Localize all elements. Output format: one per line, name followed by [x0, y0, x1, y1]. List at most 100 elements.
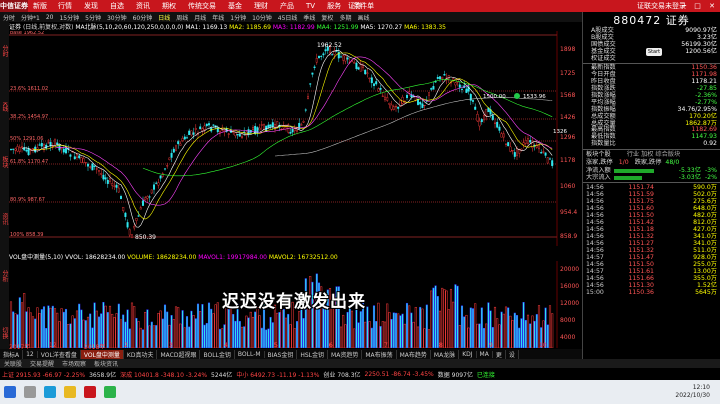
period-tab[interactable]: 30分钟	[104, 13, 130, 22]
chinext-index[interactable]: 2250.51 -86.74 -3.45%	[363, 371, 436, 378]
indicator-tab[interactable]: 设	[506, 349, 519, 359]
indicator-tab[interactable]: 更	[493, 349, 506, 359]
period-tab[interactable]: 15分钟	[56, 13, 82, 22]
candle-body	[485, 108, 488, 116]
indicator-tab[interactable]: HSL金钥	[297, 349, 329, 359]
period-tab[interactable]: 年线	[209, 13, 227, 22]
shenzhen-index[interactable]: 深成 10401.8 -348.10 -3.24%	[118, 370, 209, 379]
indicator-tab[interactable]: BOLL金钥	[200, 349, 235, 359]
candle-body	[91, 163, 94, 171]
side-tab[interactable]: 分时	[0, 45, 9, 57]
bottom-tab[interactable]: 板块资讯	[90, 359, 122, 368]
indicator-tab[interactable]: 12	[23, 350, 38, 358]
tick-volume: 275.6万	[693, 198, 717, 206]
candle-body	[366, 72, 369, 74]
period-tab[interactable]: 分钟*1	[18, 13, 43, 22]
menu-item[interactable]: 基金	[228, 2, 242, 10]
candle-body	[386, 97, 389, 101]
edge-browser-icon[interactable]	[44, 386, 56, 398]
search-icon[interactable]	[24, 386, 36, 398]
menu-item[interactable]: 理财	[254, 2, 268, 10]
side-tab[interactable]: K线	[0, 102, 9, 112]
period-tab[interactable]: 10分钟	[249, 13, 275, 22]
period-tab[interactable]: 45日线	[275, 13, 301, 22]
panel-tab-industry[interactable]: 行业 加权 综合版块	[627, 151, 680, 159]
menu-item[interactable]: TV	[306, 2, 315, 10]
bottom-tab[interactable]: 市场观察	[58, 359, 90, 368]
period-tab[interactable]: 多期	[336, 13, 354, 22]
candle-body	[483, 115, 486, 121]
indicator-tab[interactable]: VOL洋查看盘	[38, 349, 81, 359]
x-tick-label: 8	[439, 342, 443, 349]
ma3-value: MA3: 1182.99	[272, 24, 315, 31]
menu-item[interactable]: 传统交易	[188, 2, 216, 10]
candle-body	[80, 157, 83, 163]
tick-price: 1151.60	[628, 205, 654, 213]
period-tab[interactable]: 1分钟	[227, 13, 249, 22]
period-tab[interactable]: 季线	[300, 13, 318, 22]
candlestick-chart[interactable]: base 1962.52 23.6% 1611.02 38.2% 1454.97 50…	[9, 31, 582, 246]
tick-time: 14:56	[586, 282, 604, 290]
period-tab[interactable]: 分时	[0, 13, 18, 22]
period-tab[interactable]: 画线	[354, 13, 372, 22]
login-status[interactable]: 证联交易未登录	[637, 1, 686, 11]
start-button[interactable]: Start	[646, 48, 662, 56]
period-tab[interactable]: 20	[43, 14, 57, 21]
indicator-tab[interactable]: KD真功夫	[124, 349, 158, 359]
decline-label: 跌家,跌停	[634, 159, 662, 167]
period-tab[interactable]: 60分钟	[130, 13, 156, 22]
menu-item[interactable]: 期权	[162, 2, 176, 10]
indicator-tab[interactable]: VOL盘中测量	[80, 349, 124, 359]
period-tab[interactable]: 日线	[155, 13, 173, 22]
menu-item[interactable]: 资讯	[136, 2, 150, 10]
file-explorer-icon[interactable]	[64, 386, 76, 398]
indicator-tab[interactable]: MA	[477, 350, 493, 358]
bottom-tab[interactable]: 关联股	[0, 359, 26, 368]
side-tab[interactable]: 资讯	[0, 213, 9, 225]
candle-body	[128, 229, 131, 236]
menu-item[interactable]: 发现	[84, 2, 98, 10]
candle-body	[461, 88, 464, 90]
indicator-tab[interactable]: MA资趋势	[328, 349, 363, 359]
indicator-tab[interactable]: BIAS金钥	[265, 349, 298, 359]
menu-item[interactable]: 行情	[58, 2, 72, 10]
smb-index[interactable]: 中小 6492.73 -11.19 -1.13%	[234, 370, 321, 379]
indicator-tab[interactable]: KDJ	[459, 350, 477, 358]
side-tab[interactable]: 切换	[0, 327, 9, 339]
bottom-tab[interactable]: 交易提醒	[26, 359, 58, 368]
tick-row: 14:56 1151.30 1.52亿	[583, 282, 720, 289]
shanghai-index[interactable]: 上证 2915.93 -66.97 -2.25%	[0, 370, 87, 379]
version-button[interactable]: 新版	[28, 1, 52, 11]
candle-body	[331, 54, 334, 56]
menu-item[interactable]: 服务	[327, 2, 341, 10]
indicator-tab[interactable]: MA龙脉	[431, 349, 460, 359]
indicator-tab[interactable]: MA布振荡	[362, 349, 397, 359]
indicator-tab[interactable]: 指标A	[0, 349, 24, 359]
candle-body	[293, 128, 296, 132]
candle-body	[262, 123, 265, 130]
side-tab[interactable]: 分析	[0, 270, 9, 282]
tick-volume: 502.0万	[693, 191, 717, 199]
menu-item[interactable]: 产品	[280, 2, 294, 10]
indicator-tab[interactable]: MACD超视眼	[157, 349, 201, 359]
candle-body	[227, 133, 230, 135]
wechat-icon[interactable]	[104, 386, 116, 398]
indicator-tab[interactable]: BOLL-M	[235, 350, 265, 358]
tick-row: 14:56 1151.74 590.0万	[583, 184, 720, 191]
menu-item[interactable]: 自选	[110, 2, 124, 10]
side-tab[interactable]: 板块	[0, 156, 9, 168]
indicator-tab[interactable]: MA布趋势	[397, 349, 431, 359]
trading-app-icon[interactable]	[84, 386, 96, 398]
candle-body	[32, 148, 35, 150]
tick-time: 14:56	[586, 191, 604, 199]
window-controls-icon[interactable]: ─ □ ✕	[682, 2, 718, 10]
candle-body	[452, 78, 455, 81]
period-tab[interactable]: 复权	[318, 13, 336, 22]
period-tab[interactable]: 周线	[173, 13, 191, 22]
windows-start-icon[interactable]	[4, 386, 16, 398]
period-tab[interactable]: 月线	[191, 13, 209, 22]
candle-body	[100, 172, 103, 175]
panel-tab-stocks[interactable]: 板块个股	[586, 151, 611, 159]
candle-series	[10, 43, 554, 239]
period-tab[interactable]: 5分钟	[82, 13, 104, 22]
